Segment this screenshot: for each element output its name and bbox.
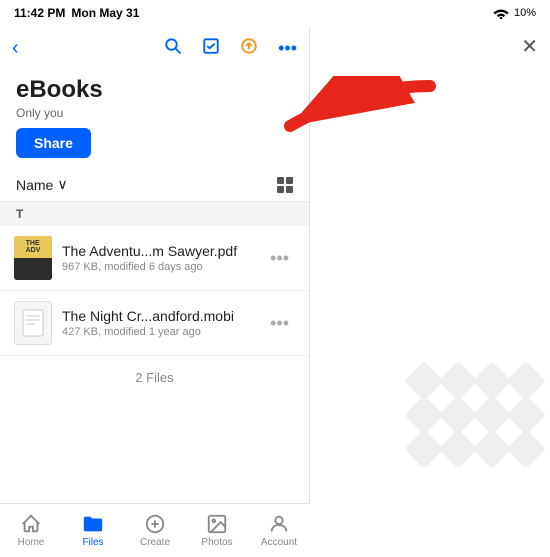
file-name-mobi: The Night Cr...andford.mobi — [62, 308, 264, 324]
nav-bar: ‹ • — [0, 26, 309, 70]
photos-icon — [206, 513, 228, 535]
folder-subtitle: Only you — [16, 106, 293, 120]
file-item-mobi[interactable]: The Night Cr...andford.mobi 427 KB, modi… — [0, 291, 309, 356]
sort-button[interactable]: Name ∨ — [16, 176, 68, 193]
tab-account[interactable]: Account — [248, 513, 310, 548]
tab-create-label: Create — [140, 537, 170, 548]
tab-bar: Home Files Create Photos Account — [0, 503, 310, 557]
red-arrow — [280, 76, 440, 171]
file-more-mobi[interactable]: ••• — [264, 309, 295, 338]
status-bar: 11:42 PM Mon May 31 10% — [0, 0, 550, 26]
search-button[interactable] — [164, 37, 182, 60]
status-right: 10% — [493, 7, 536, 19]
file-item-pdf[interactable]: THEADV The Adventu...m Sawyer.pdf 967 KB… — [0, 226, 309, 291]
tab-photos-label: Photos — [201, 537, 232, 548]
file-info-pdf: The Adventu...m Sawyer.pdf 967 KB, modif… — [62, 243, 264, 273]
tab-create[interactable]: Create — [124, 513, 186, 548]
dropbox-watermark — [410, 367, 540, 463]
status-time: 11:42 PM — [14, 6, 65, 20]
tab-home[interactable]: Home — [0, 513, 62, 548]
file-more-pdf[interactable]: ••• — [264, 244, 295, 273]
upload-button[interactable] — [240, 37, 258, 60]
tab-photos[interactable]: Photos — [186, 513, 248, 548]
left-panel: ‹ • — [0, 26, 310, 503]
file-meta-mobi: 427 KB, modified 1 year ago — [62, 326, 264, 338]
file-thumbnail-pdf: THEADV — [14, 236, 52, 280]
main-container: ‹ • — [0, 26, 550, 503]
select-button[interactable] — [202, 37, 220, 60]
tab-files-label: Files — [82, 537, 103, 548]
file-count: 2 Files — [0, 356, 309, 399]
share-button[interactable]: Share — [16, 128, 91, 158]
right-panel: ✕ — [310, 26, 550, 503]
wifi-icon — [493, 7, 509, 19]
tab-files[interactable]: Files — [62, 513, 124, 548]
file-name-pdf: The Adventu...m Sawyer.pdf — [62, 243, 264, 259]
create-icon — [144, 513, 166, 535]
more-button[interactable]: ••• — [278, 38, 297, 59]
file-meta-pdf: 967 KB, modified 6 days ago — [62, 261, 264, 273]
tab-account-label: Account — [261, 537, 297, 548]
folder-header: eBooks Only you Share — [0, 70, 309, 168]
status-date: Mon May 31 — [71, 6, 139, 20]
grid-view-button[interactable] — [277, 177, 293, 193]
tab-home-label: Home — [18, 537, 45, 548]
battery-text: 10% — [514, 7, 536, 19]
back-button[interactable]: ‹ — [12, 37, 19, 60]
folder-title: eBooks — [16, 76, 293, 104]
account-icon — [268, 513, 290, 535]
home-icon — [20, 513, 42, 535]
file-list: T THEADV The Adventu...m Sawyer.pdf 967 … — [0, 202, 309, 503]
file-thumbnail-mobi — [14, 301, 52, 345]
sort-chevron: ∨ — [57, 176, 67, 193]
close-button[interactable]: ✕ — [521, 34, 538, 59]
sort-bar: Name ∨ — [0, 168, 309, 202]
files-icon — [82, 513, 104, 535]
file-info-mobi: The Night Cr...andford.mobi 427 KB, modi… — [62, 308, 264, 338]
section-header-t: T — [0, 202, 309, 226]
sort-label-text: Name — [16, 177, 53, 193]
